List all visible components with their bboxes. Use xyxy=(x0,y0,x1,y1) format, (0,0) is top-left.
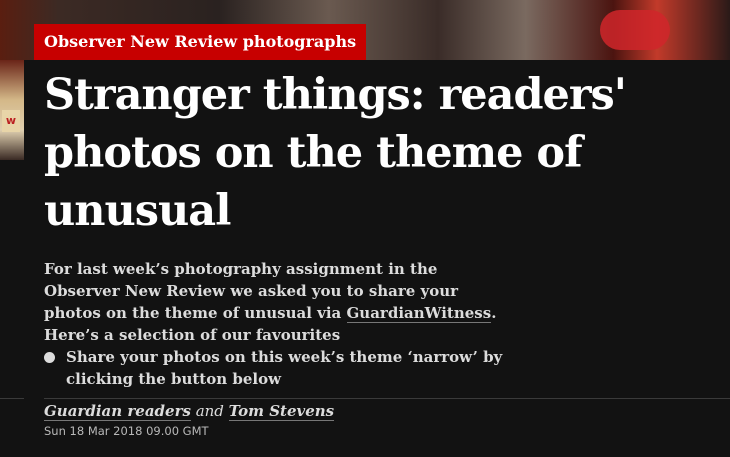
standfirst-bullet: Share your photos on this week’s theme ‘… xyxy=(44,346,524,390)
byline-divider xyxy=(44,398,730,399)
bullet-icon xyxy=(44,352,55,363)
hero-image-detail xyxy=(600,10,670,50)
byline: Guardian readers and Tom Stevens xyxy=(44,400,335,422)
author-link-guardian-readers[interactable]: Guardian readers xyxy=(44,402,191,421)
byline-joiner: and xyxy=(190,402,229,420)
article-headline: Stranger things: readers' photos on the … xyxy=(44,70,627,236)
publish-date: Sun 18 Mar 2018 09.00 GMT xyxy=(44,424,209,438)
hero-image-label-decoration: w xyxy=(2,110,20,132)
author-link-tom-stevens[interactable]: Tom Stevens xyxy=(228,402,335,421)
guardianwitness-link[interactable]: GuardianWitness xyxy=(346,304,492,323)
section-kicker[interactable]: Observer New Review photographs xyxy=(34,24,367,60)
bullet-text: Share your photos on this week’s theme ‘… xyxy=(66,348,503,388)
divider-left xyxy=(0,398,24,399)
hero-image-edge: w xyxy=(0,60,24,160)
article-standfirst: For last week’s photography assignment i… xyxy=(44,258,514,346)
